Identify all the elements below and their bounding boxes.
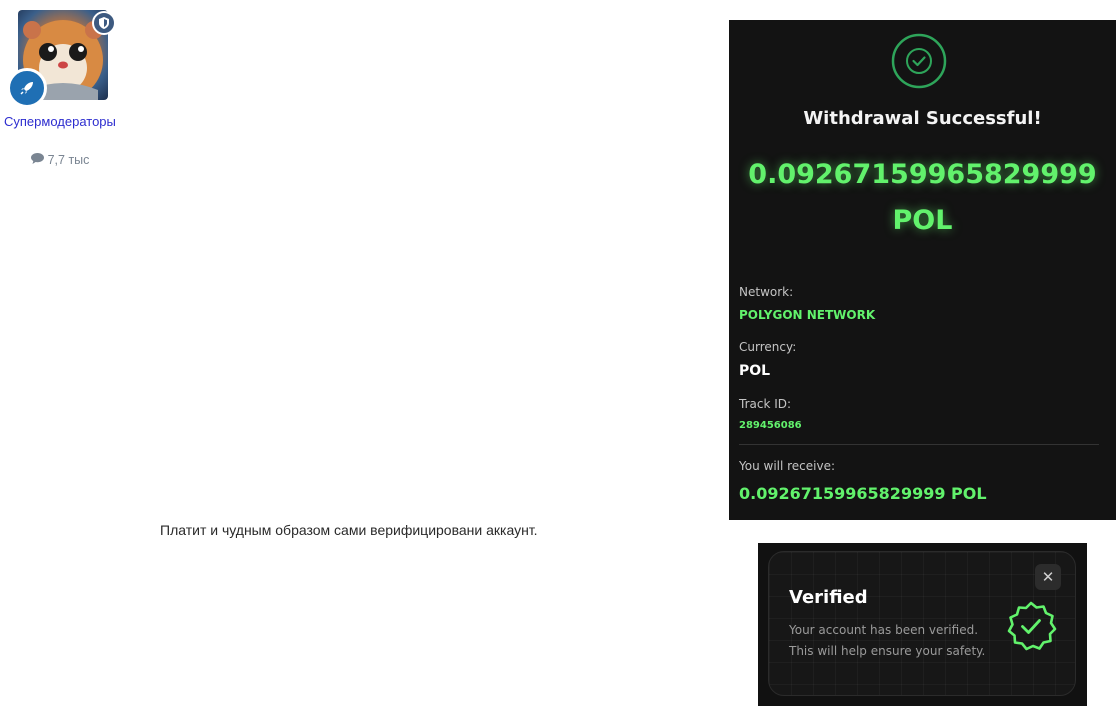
rocket-icon <box>7 68 47 108</box>
post-count: 7,7 тыс <box>0 153 128 167</box>
verified-title: Verified <box>789 587 868 608</box>
withdrawal-amount-unit: POL <box>892 205 953 236</box>
moderator-shield-icon <box>92 11 116 35</box>
verified-notification-image: ✕ Verified Your account has been verifie… <box>758 543 1087 706</box>
author-profile: Супермодераторы 7,7 тыс <box>0 10 128 167</box>
success-check-icon <box>891 33 947 93</box>
avatar-container <box>7 10 116 108</box>
post-text: Платит и чудным образом сами верифициров… <box>160 522 538 538</box>
network-label: Network: <box>739 285 794 299</box>
withdrawal-amount: 0.09267159965829999 POL <box>729 152 1116 244</box>
comment-icon <box>30 153 44 167</box>
receive-label: You will receive: <box>739 459 836 473</box>
withdrawal-title: Withdrawal Successful! <box>803 108 1042 129</box>
track-id-value: 289456086 <box>739 420 802 431</box>
network-value: POLYGON NETWORK <box>739 308 876 322</box>
currency-value: POL <box>739 363 771 379</box>
user-group-link[interactable]: Супермодераторы <box>0 114 128 129</box>
verified-message-line-2: This will help ensure your safety. <box>789 644 986 658</box>
post-count-value: 7,7 тыс <box>47 153 90 167</box>
verified-card: ✕ Verified Your account has been verifie… <box>768 551 1076 696</box>
verified-badge-icon <box>1005 600 1057 657</box>
close-button[interactable]: ✕ <box>1035 564 1061 590</box>
track-id-label: Track ID: <box>739 397 792 411</box>
divider <box>739 444 1099 445</box>
withdrawal-amount-value: 0.09267159965829999 <box>748 159 1097 190</box>
withdrawal-success-panel: Withdrawal Successful! 0.092671599658299… <box>729 20 1116 520</box>
verified-message-line-1: Your account has been verified. <box>789 623 979 637</box>
receive-value: 0.09267159965829999 POL <box>739 484 987 503</box>
currency-label: Currency: <box>739 340 797 354</box>
